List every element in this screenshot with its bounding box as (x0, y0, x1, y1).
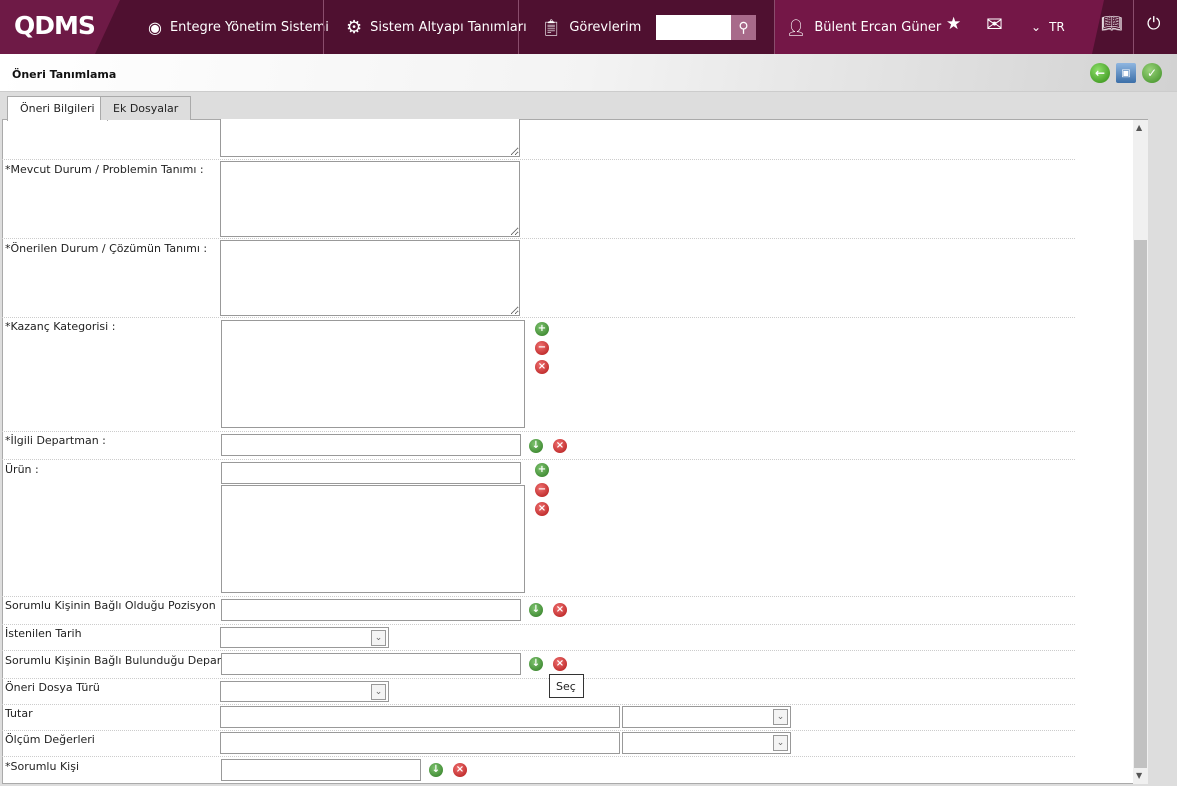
mevcut-textarea[interactable] (220, 161, 520, 237)
mevcut-label: *Mevcut Durum / Problemin Tanımı : (5, 163, 204, 176)
divider (2, 756, 1075, 757)
star-icon[interactable]: ★ (946, 14, 961, 34)
ilgili-input[interactable] (221, 434, 521, 456)
divider (774, 0, 775, 54)
scrollbar-thumb[interactable] (1134, 240, 1147, 768)
nav-gorevlerim[interactable]: 📋︎ Görevlerim (541, 0, 641, 54)
divider (1133, 0, 1134, 54)
confirm-button[interactable]: ✓ (1142, 63, 1162, 83)
arrow-left-icon: ← (1094, 66, 1106, 80)
select-icon[interactable]: ↓ (529, 439, 543, 453)
divider (2, 159, 1075, 160)
divider (2, 459, 1075, 460)
clear-icon[interactable]: × (553, 439, 567, 453)
urun-list[interactable] (221, 485, 525, 593)
title-bar (0, 54, 1177, 92)
add-icon[interactable]: + (535, 322, 549, 336)
clear-icon[interactable]: × (553, 657, 567, 671)
dosya-turu-select[interactable]: ⌄ (220, 681, 389, 702)
divider (2, 431, 1075, 432)
scroll-down-icon[interactable]: ▼ (1136, 771, 1142, 780)
onerilen-label: *Önerilen Durum / Çözümün Tanımı : (5, 242, 208, 255)
nav-entegre[interactable]: ◉ Entegre Yönetim Sistemi (148, 0, 329, 54)
select-icon[interactable]: ↓ (529, 657, 543, 671)
search-icon: ⚲ (738, 19, 749, 36)
remove-icon[interactable]: − (535, 483, 549, 497)
chevron-down-icon: ⌄ (1031, 20, 1042, 34)
tutar-label: Tutar (5, 707, 33, 720)
divider (2, 596, 1075, 597)
search-input[interactable] (656, 15, 731, 40)
ilgili-label: *İlgili Departman : (5, 434, 106, 447)
clear-icon[interactable]: × (453, 763, 467, 777)
divider (2, 317, 1075, 318)
remove-icon[interactable]: − (535, 341, 549, 355)
departman-label: Sorumlu Kişinin Bağlı Bulunduğu Departma… (5, 654, 251, 667)
page-title: Öneri Tanımlama (12, 68, 117, 81)
scroll-up-icon[interactable]: ▲ (1136, 123, 1142, 132)
pozisyon-label: Sorumlu Kişinin Bağlı Olduğu Pozisyon (5, 599, 216, 612)
divider (2, 730, 1075, 731)
power-icon[interactable]: ⏻ (1147, 14, 1160, 34)
add-icon[interactable]: + (535, 463, 549, 477)
onerilen-textarea[interactable] (220, 240, 520, 316)
divider (2, 238, 1075, 239)
clear-icon[interactable]: × (535, 502, 549, 516)
clear-icon[interactable]: × (535, 360, 549, 374)
back-button[interactable]: ← (1090, 63, 1110, 83)
user-icon: 👤︎ (786, 17, 807, 37)
check-icon: ✓ (1146, 66, 1158, 80)
divider (518, 0, 519, 54)
mail-icon[interactable]: ✉ (986, 12, 1003, 36)
divider (2, 650, 1075, 651)
tab-oneri-bilgileri[interactable]: Öneri Bilgileri (7, 96, 108, 121)
dosya-turu-label: Öneri Dosya Türü (5, 681, 100, 694)
tooltip: Seç (549, 674, 584, 698)
divider (2, 704, 1075, 705)
tutar-unit-select[interactable]: ⌄ (622, 706, 791, 728)
tutar-input[interactable] (220, 706, 620, 728)
nav-sistem[interactable]: ⚙ Sistem Altyapı Tanımları (346, 0, 527, 54)
olcum-unit-select[interactable]: ⌄ (622, 732, 791, 754)
divider (2, 678, 1075, 679)
divider (2, 624, 1075, 625)
urun-input[interactable] (221, 462, 521, 484)
language-select[interactable]: ⌄ TR (1031, 0, 1065, 54)
gear-icon: ⚙ (346, 16, 363, 38)
pozisyon-input[interactable] (221, 599, 521, 621)
user-menu[interactable]: 👤︎ Bülent Ercan Güner (786, 0, 941, 54)
tab-ek-dosyalar[interactable]: Ek Dosyalar (100, 96, 192, 120)
urun-label: Ürün : (5, 463, 39, 476)
chevron-down-icon: ⌄ (371, 630, 386, 646)
manual-icon[interactable]: 📖︎ (1101, 14, 1123, 34)
chevron-down-icon: ⌄ (773, 735, 788, 751)
olcum-label: Ölçüm Değerleri (5, 733, 95, 746)
kazanc-label: *Kazanç Kategorisi : (5, 320, 116, 333)
olcum-input[interactable] (220, 732, 620, 754)
clipboard-icon: 📋︎ (541, 17, 562, 37)
previous-textarea[interactable] (220, 119, 520, 157)
search-button[interactable]: ⚲ (731, 15, 756, 40)
sorumlu-label: *Sorumlu Kişi (5, 760, 80, 773)
divider (323, 0, 324, 54)
tarih-select[interactable]: ⌄ (220, 627, 389, 648)
sorumlu-input[interactable] (221, 759, 421, 781)
tarih-label: İstenilen Tarih (5, 627, 82, 640)
save-button[interactable]: ▣ (1116, 63, 1136, 83)
chevron-down-icon: ⌄ (371, 684, 386, 700)
select-icon[interactable]: ↓ (429, 763, 443, 777)
clear-icon[interactable]: × (553, 603, 567, 617)
kazanc-list[interactable] (221, 320, 525, 428)
q-icon: ◉ (148, 17, 162, 37)
select-icon[interactable]: ↓ (529, 603, 543, 617)
chevron-down-icon: ⌄ (773, 709, 788, 725)
departman-input[interactable] (221, 653, 521, 675)
floppy-icon: ▣ (1121, 67, 1131, 79)
